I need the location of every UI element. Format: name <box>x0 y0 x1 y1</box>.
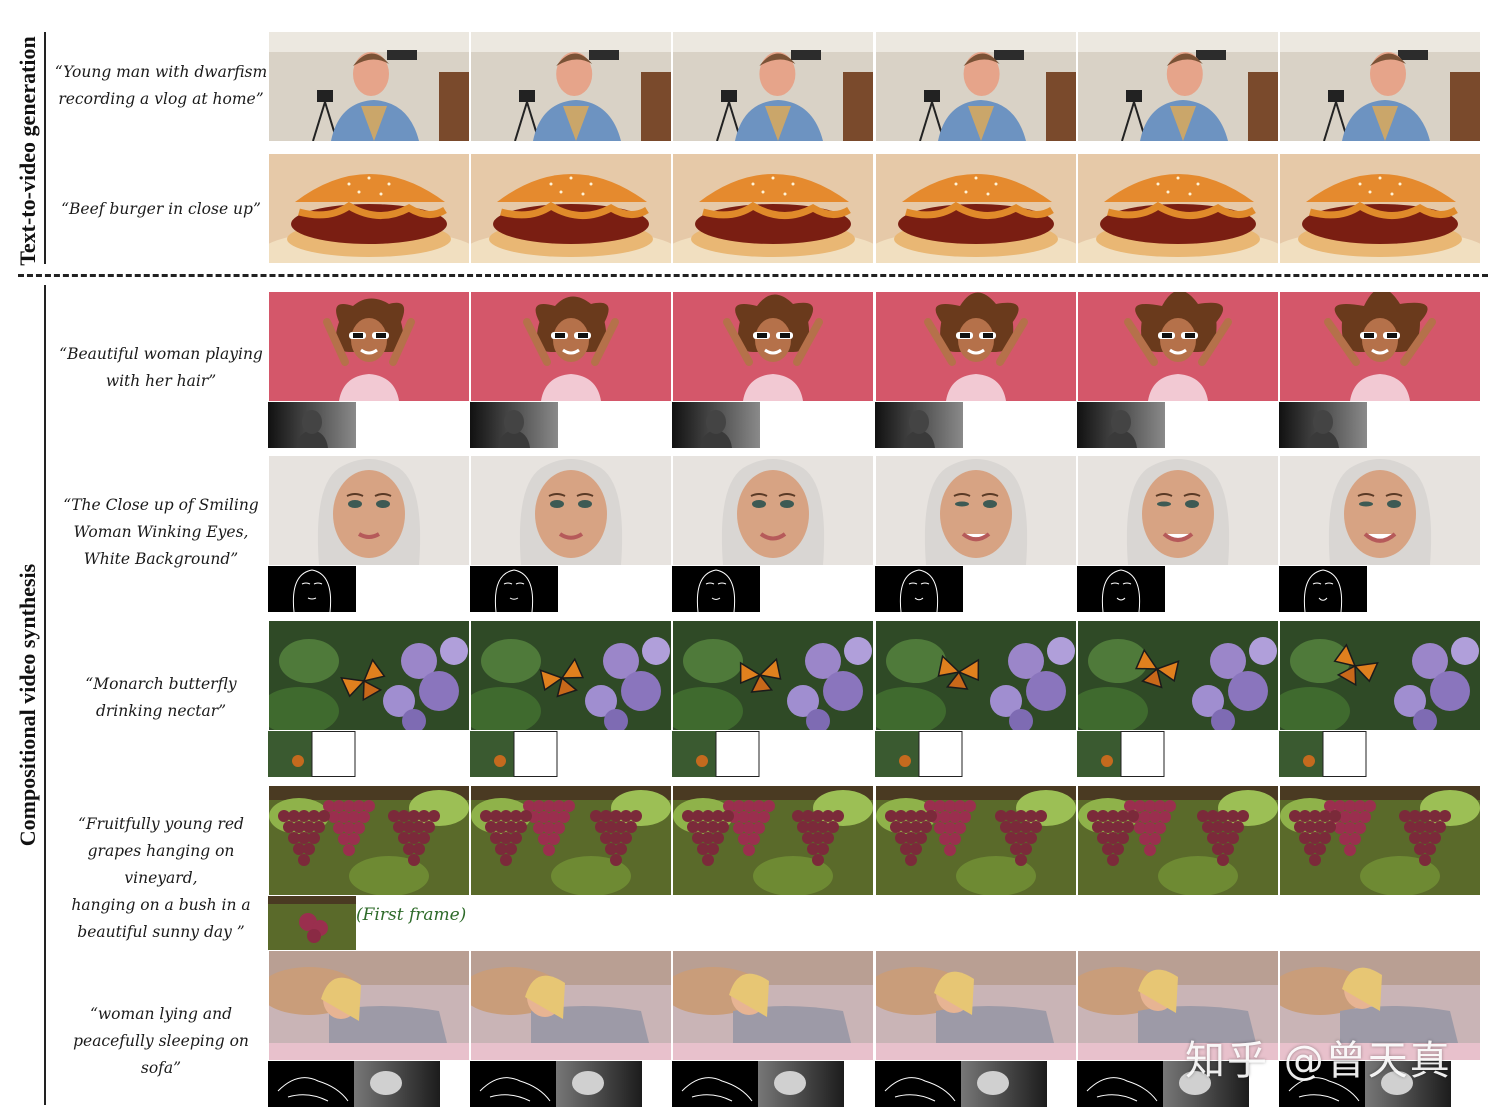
video-frame <box>471 621 671 730</box>
section-rule-compositional <box>44 285 46 1105</box>
video-frame <box>1280 292 1480 401</box>
condition-thumbnail <box>268 402 356 452</box>
video-frame <box>269 32 469 141</box>
video-frame <box>673 951 873 1060</box>
prompt-caption-3: “Beautiful woman playing with her hair” <box>59 345 263 390</box>
condition-thumbnail <box>268 731 356 781</box>
video-frame <box>1280 32 1480 141</box>
video-frame <box>1280 786 1480 895</box>
video-frame <box>876 32 1076 141</box>
video-frame <box>1280 621 1480 730</box>
video-frame <box>673 292 873 401</box>
video-frame <box>269 292 469 401</box>
condition-thumbnail <box>268 566 356 616</box>
condition-thumbnail <box>470 566 558 616</box>
video-frame <box>269 154 469 263</box>
video-frame <box>1078 621 1278 730</box>
prompt-caption-5: “Monarch butterfly drinking nectar” <box>85 675 237 720</box>
prompt-caption-6: “Fruitfully young red grapes hanging on v… <box>71 815 251 941</box>
video-frame <box>471 786 671 895</box>
video-frame <box>673 154 873 263</box>
video-frame <box>471 951 671 1060</box>
condition-thumbnail <box>1279 402 1367 452</box>
condition-thumbnail <box>268 1061 440 1111</box>
condition-thumbnail <box>268 896 356 954</box>
prompt-caption-2: “Beef burger in close up” <box>61 200 261 218</box>
condition-thumbnail <box>1279 566 1367 616</box>
condition-thumbnail <box>1279 731 1367 781</box>
condition-thumbnail <box>875 731 963 781</box>
video-frame <box>269 951 469 1060</box>
condition-thumbnail <box>1077 731 1165 781</box>
prompt-caption-1: “Young man with dwarfism recording a vlog… <box>54 63 268 108</box>
condition-thumbnail <box>470 1061 642 1111</box>
watermark: 知乎 @曾天真 <box>1185 1038 1452 1084</box>
prompt-caption-7: “woman lying and peacefully sleeping on s… <box>73 1005 249 1077</box>
condition-thumbnail <box>875 402 963 452</box>
video-frame <box>673 32 873 141</box>
condition-thumbnail <box>875 566 963 616</box>
video-frame <box>471 154 671 263</box>
video-frame <box>269 456 469 565</box>
section-divider <box>18 274 1488 277</box>
video-frame <box>673 786 873 895</box>
video-frame <box>876 951 1076 1060</box>
condition-thumbnail <box>1077 402 1165 452</box>
condition-thumbnail <box>470 731 558 781</box>
prompt-caption-4: “The Close up of Smiling Woman Winking Ey… <box>63 496 259 568</box>
video-frame <box>1078 786 1278 895</box>
section-rule-text-to-video <box>44 32 46 264</box>
video-frame <box>1078 32 1278 141</box>
condition-thumbnail <box>672 566 760 616</box>
condition-thumbnail <box>672 1061 844 1111</box>
video-frame <box>876 786 1076 895</box>
video-frame <box>1078 154 1278 263</box>
section-label-compositional: Compositional video synthesis <box>15 563 40 847</box>
section-label-text-to-video: Text-to-video generation <box>15 36 40 266</box>
video-frame <box>1280 456 1480 565</box>
video-frame <box>1280 154 1480 263</box>
video-frame <box>876 621 1076 730</box>
video-frame <box>471 32 671 141</box>
video-frame <box>876 456 1076 565</box>
video-frame <box>673 456 873 565</box>
video-frame <box>471 456 671 565</box>
condition-thumbnail <box>672 731 760 781</box>
video-frame <box>1078 456 1278 565</box>
condition-thumbnail <box>1077 566 1165 616</box>
video-frame <box>876 154 1076 263</box>
video-frame <box>269 786 469 895</box>
first-frame-note: (First frame) <box>356 905 467 925</box>
condition-thumbnail <box>875 1061 1047 1111</box>
video-frame <box>269 621 469 730</box>
video-frame <box>876 292 1076 401</box>
condition-thumbnail <box>470 402 558 452</box>
video-frame <box>471 292 671 401</box>
condition-thumbnail <box>672 402 760 452</box>
video-frame <box>1078 292 1278 401</box>
video-frame <box>673 621 873 730</box>
